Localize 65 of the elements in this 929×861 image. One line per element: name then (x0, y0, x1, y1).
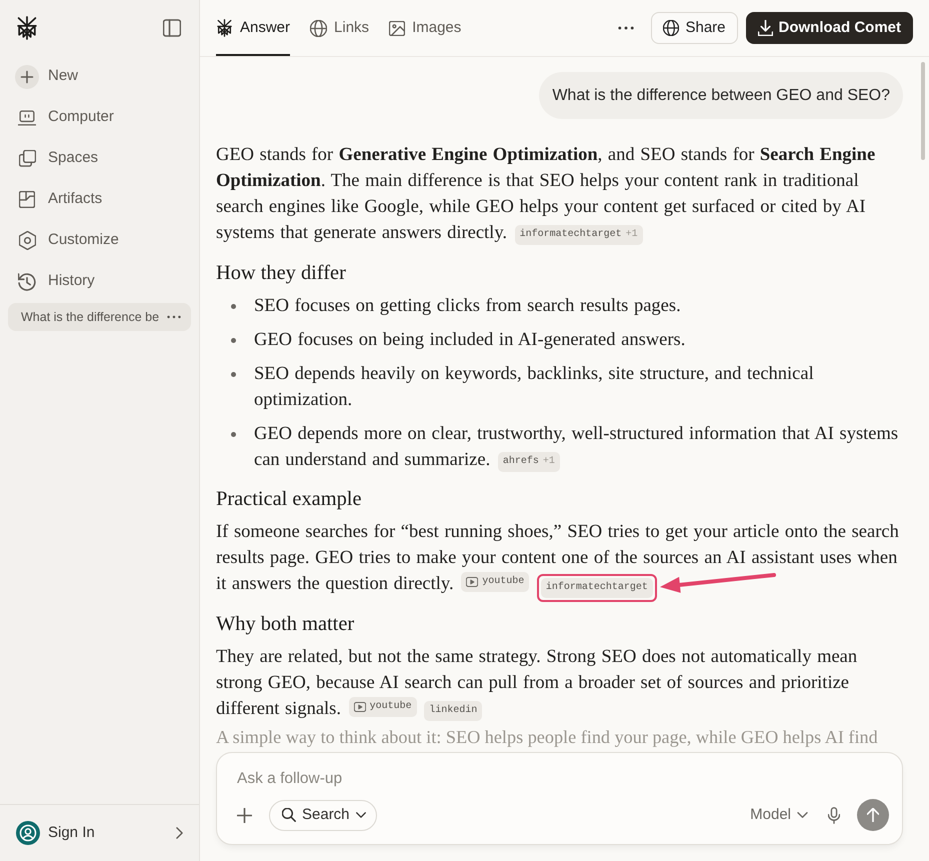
history-icon (18, 272, 36, 290)
section-heading: Practical example (216, 487, 362, 512)
bullet-icon (231, 304, 236, 309)
sidebar-item[interactable]: Computer (0, 97, 199, 138)
folders-icon (18, 150, 36, 167)
answer-paragraph: A simple way to think about it: SEO helps people find your page, while GEO helps AI find (216, 726, 879, 748)
more-icon[interactable] (167, 315, 181, 319)
bullet-icon (231, 338, 236, 343)
play-icon (466, 577, 478, 587)
thread-item[interactable]: What is the difference be (8, 303, 191, 331)
tab[interactable]: Images (389, 0, 462, 56)
sign-in-button[interactable]: Sign In (16, 821, 183, 845)
section-heading: How they differ (216, 261, 347, 286)
list-item-text: GEO depends more on clear, trustworthy, well-structured information that AI systems can understand and summarize. ahrefs +1 (254, 423, 900, 473)
citation-chip[interactable]: youtube (348, 697, 417, 717)
thread-title[interactable]: What is the difference be (21, 308, 167, 326)
sidebar-item[interactable]: New (0, 56, 199, 97)
more-icon[interactable] (618, 26, 634, 30)
logo-icon[interactable] (16, 16, 38, 40)
section-heading: Why both matter (216, 612, 356, 637)
sidebar-item[interactable]: History (0, 261, 199, 302)
tab[interactable]: Links (310, 0, 370, 56)
citation-chip[interactable]: youtube (461, 572, 530, 592)
model-button[interactable]: Model (750, 804, 808, 826)
search-button[interactable]: Search (269, 800, 377, 830)
search-icon (282, 808, 296, 822)
citation-chip[interactable]: informatechtarget (540, 578, 653, 598)
mic-icon[interactable] (828, 806, 840, 824)
answer-paragraph: GEO stands for Generative Engine Optimization, and SEO stands for Search Engine Optimization. The main difference is that SEO helps your content rank in traditional search engines like Google, while GEO helps your content get surfaced or cited by AI systems that generate answers directly. informatechtarget +1 (216, 144, 876, 246)
monitor-icon (18, 108, 36, 126)
answer-paragraph: They are related, but not the same strategy. Strong SEO does not automatically mean strong GEO, because AI search can pull from a broader set of sources and prioritize different signals. youtube linkedin (216, 646, 858, 722)
list-item-text: SEO focuses on getting clicks from search results pages. (254, 295, 681, 318)
follow-up-input[interactable]: Ask a follow-up (237, 767, 889, 791)
sidebar-item[interactable]: Customize (0, 220, 199, 261)
sidebar-item[interactable]: Spaces (0, 138, 199, 179)
scrollbar-thumb[interactable] (921, 62, 925, 160)
sidebar-item[interactable]: Artifacts (0, 179, 199, 220)
bullet-icon (231, 372, 236, 377)
hexagon-icon (18, 231, 36, 250)
tab[interactable]: Answer (216, 0, 290, 56)
sidebar-toggle-icon[interactable] (163, 19, 181, 37)
list-item-text: SEO depends heavily on keywords, backlinks, site structure, and technical optimization. (254, 363, 815, 412)
image-icon (389, 20, 406, 36)
answer-paragraph: If someone searches for “best running shoes,” SEO tries to get your article onto the search results page. GEO tries to make your content one of the sources an AI assistant uses when it answers the question directly. youtube informatechtarget (216, 519, 903, 597)
layout-icon (19, 191, 35, 208)
globe-icon (663, 20, 680, 36)
download-icon (758, 20, 772, 36)
logo-icon (216, 19, 233, 37)
citation-chip[interactable]: informatechtarget +1 (514, 225, 643, 245)
download-button[interactable]: Download Comet (746, 12, 913, 44)
list-item-text: GEO focuses on being included in AI-generated answers. (254, 329, 686, 352)
play-icon (354, 702, 366, 712)
bullet-icon (231, 432, 236, 437)
plus-icon[interactable] (237, 808, 252, 822)
citation-chip[interactable]: ahrefs +1 (498, 452, 560, 472)
chevron-down-icon (356, 812, 366, 818)
question-bubble: What is the difference between GEO and SEO? (539, 72, 903, 119)
chevron-down-icon (797, 812, 808, 818)
share-button[interactable]: Share (651, 12, 738, 44)
chevron-right-icon (176, 827, 183, 839)
arrow-up-icon (867, 808, 879, 822)
user-avatar-icon (16, 821, 40, 845)
citation-chip[interactable]: linkedin (424, 701, 482, 721)
globe-icon (310, 20, 328, 36)
plus-icon (15, 64, 39, 88)
